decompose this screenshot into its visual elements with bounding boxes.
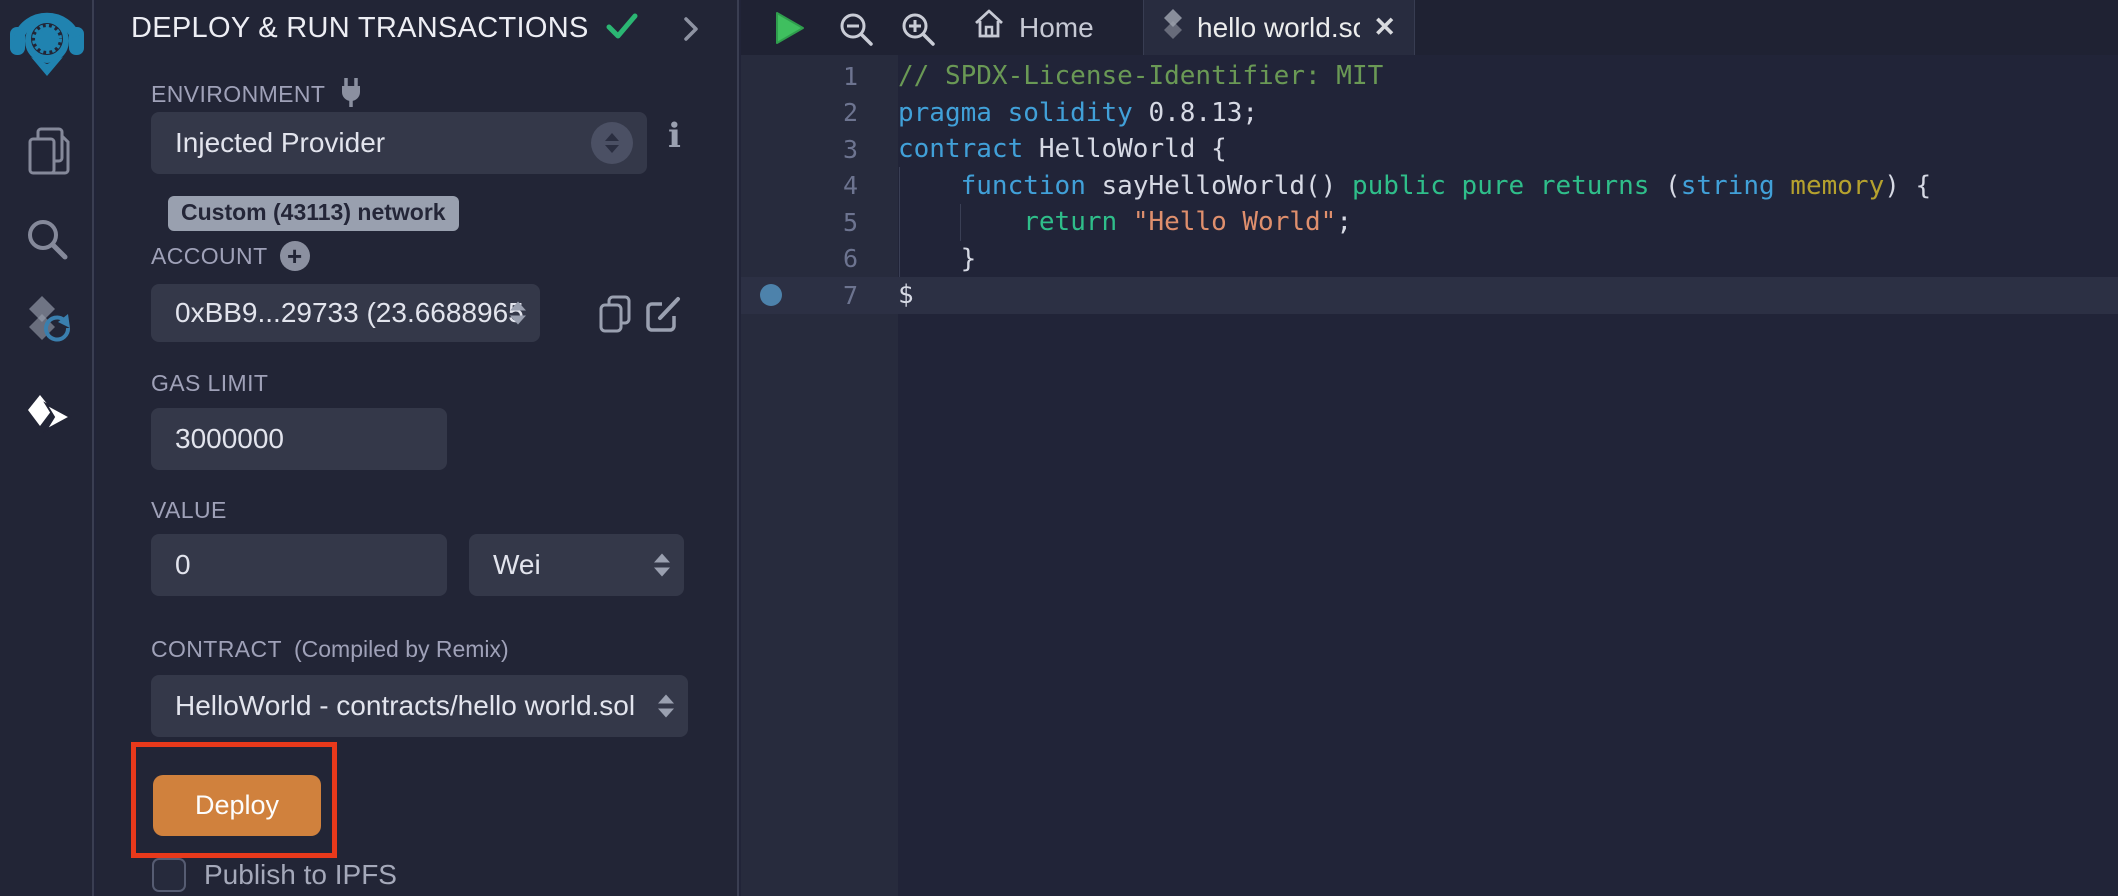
gas-limit-input[interactable] — [151, 408, 447, 470]
code-text: contract HelloWorld { — [898, 134, 1227, 164]
contract-spinner-icon — [658, 695, 674, 718]
contract-sublabel: (Compiled by Remix) — [294, 636, 509, 663]
value-input[interactable] — [151, 534, 447, 596]
active-tab-label: hello world.sol — [1197, 12, 1360, 44]
solidity-file-icon — [1162, 8, 1184, 47]
line-number[interactable]: 6 — [800, 244, 858, 273]
code-line[interactable]: 5 return "Hello World"; — [741, 204, 2118, 241]
code-text: function sayHelloWorld() public pure ret… — [898, 171, 1931, 201]
copy-account-icon[interactable] — [596, 294, 634, 339]
zoom-out-icon[interactable] — [837, 10, 875, 53]
code-line[interactable]: 2 pragma solidity 0.8.13; — [741, 95, 2118, 132]
value-label: VALUE — [151, 497, 227, 524]
publish-row: Publish to IPFS — [152, 858, 397, 892]
solidity-compiler-icon[interactable] — [22, 294, 76, 359]
code-line[interactable]: 4 function sayHelloWorld() public pure r… — [741, 168, 2118, 205]
code-text: } — [898, 244, 976, 274]
panel-header: DEPLOY & RUN TRANSACTIONS — [131, 12, 639, 45]
account-select[interactable]: 0xBB9...29733 (23.6688965 — [151, 284, 540, 342]
file-explorer-icon[interactable] — [24, 126, 72, 183]
contract-label: CONTRACT — [151, 636, 282, 663]
home-icon — [973, 8, 1005, 47]
gas-limit-label-row: GAS LIMIT — [151, 370, 268, 397]
code-line[interactable]: 3 contract HelloWorld { — [741, 131, 2118, 168]
account-spinner-icon — [510, 302, 526, 325]
code-lines: 1 // SPDX-License-Identifier: MIT 2 pragma … — [741, 58, 2118, 314]
panel-title: DEPLOY & RUN TRANSACTIONS — [131, 12, 589, 45]
remix-logo-icon[interactable] — [8, 6, 86, 85]
tab-hello-world-sol[interactable]: hello world.sol ✕ — [1143, 0, 1415, 55]
environment-info-icon[interactable]: i — [668, 116, 681, 156]
environment-label: ENVIRONMENT — [151, 81, 325, 108]
code-line[interactable]: 6 } — [741, 241, 2118, 278]
environment-value: Injected Provider — [175, 127, 647, 159]
line-number[interactable]: 5 — [800, 208, 858, 237]
breakpoint-dot[interactable] — [741, 284, 800, 306]
run-script-icon[interactable] — [775, 11, 805, 50]
add-account-icon[interactable]: + — [280, 241, 310, 271]
code-line[interactable]: 1 // SPDX-License-Identifier: MIT — [741, 58, 2118, 95]
publish-ipfs-checkbox[interactable] — [152, 858, 186, 892]
tab-home-label: Home — [1019, 12, 1094, 44]
plug-icon — [337, 76, 365, 113]
code-area[interactable]: 1 // SPDX-License-Identifier: MIT 2 pragma … — [741, 55, 2118, 896]
gas-limit-label: GAS LIMIT — [151, 370, 268, 397]
remix-ide-window: DEPLOY & RUN TRANSACTIONS ENVIRONMENT — [0, 0, 2118, 896]
close-tab-icon[interactable]: ✕ — [1373, 12, 1396, 43]
collapse-panel-chevron-icon[interactable] — [683, 16, 699, 47]
deploy-button[interactable]: Deploy — [153, 775, 321, 836]
editor-tabbar: Home hello world.sol ✕ — [741, 0, 2118, 55]
line-number[interactable]: 1 — [800, 62, 858, 91]
code-text: return "Hello World"; — [898, 207, 1352, 237]
environment-label-row: ENVIRONMENT — [151, 76, 365, 113]
deploy-run-panel: DEPLOY & RUN TRANSACTIONS ENVIRONMENT — [96, 0, 739, 896]
code-line[interactable]: 7$ — [741, 277, 2118, 314]
line-number[interactable]: 3 — [800, 135, 858, 164]
contract-label-row: CONTRACT (Compiled by Remix) — [151, 636, 509, 663]
code-text: // SPDX-License-Identifier: MIT — [898, 61, 1383, 91]
value-unit-select[interactable]: Wei — [469, 534, 684, 596]
environment-selector-icon — [591, 122, 633, 164]
code-editor: Home hello world.sol ✕ 1 // SPDX-License-… — [741, 0, 2118, 896]
line-number[interactable]: 7 — [800, 281, 858, 310]
edit-account-icon[interactable] — [644, 294, 684, 339]
code-text: pragma solidity 0.8.13; — [898, 98, 1258, 128]
tab-home[interactable]: Home — [963, 0, 1104, 55]
account-label: ACCOUNT — [151, 243, 268, 270]
deploy-and-run-icon[interactable] — [26, 394, 72, 447]
environment-select[interactable]: Injected Provider — [151, 112, 647, 174]
compiled-check-icon — [605, 12, 639, 45]
code-text: $ — [898, 280, 914, 310]
zoom-in-icon[interactable] — [899, 10, 937, 53]
contract-select[interactable]: HelloWorld - contracts/hello world.sol — [151, 675, 688, 737]
network-badge: Custom (43113) network — [168, 196, 459, 231]
value-unit-spinner-icon — [654, 554, 670, 577]
line-number[interactable]: 2 — [800, 98, 858, 127]
publish-ipfs-label: Publish to IPFS — [204, 859, 397, 891]
value-label-row: VALUE — [151, 497, 227, 524]
account-label-row: ACCOUNT + — [151, 241, 310, 271]
icon-sidebar — [0, 0, 94, 896]
search-icon[interactable] — [24, 216, 70, 267]
contract-value: HelloWorld - contracts/hello world.sol — [175, 690, 688, 722]
line-number[interactable]: 4 — [800, 171, 858, 200]
account-value: 0xBB9...29733 (23.6688965 — [175, 297, 540, 329]
